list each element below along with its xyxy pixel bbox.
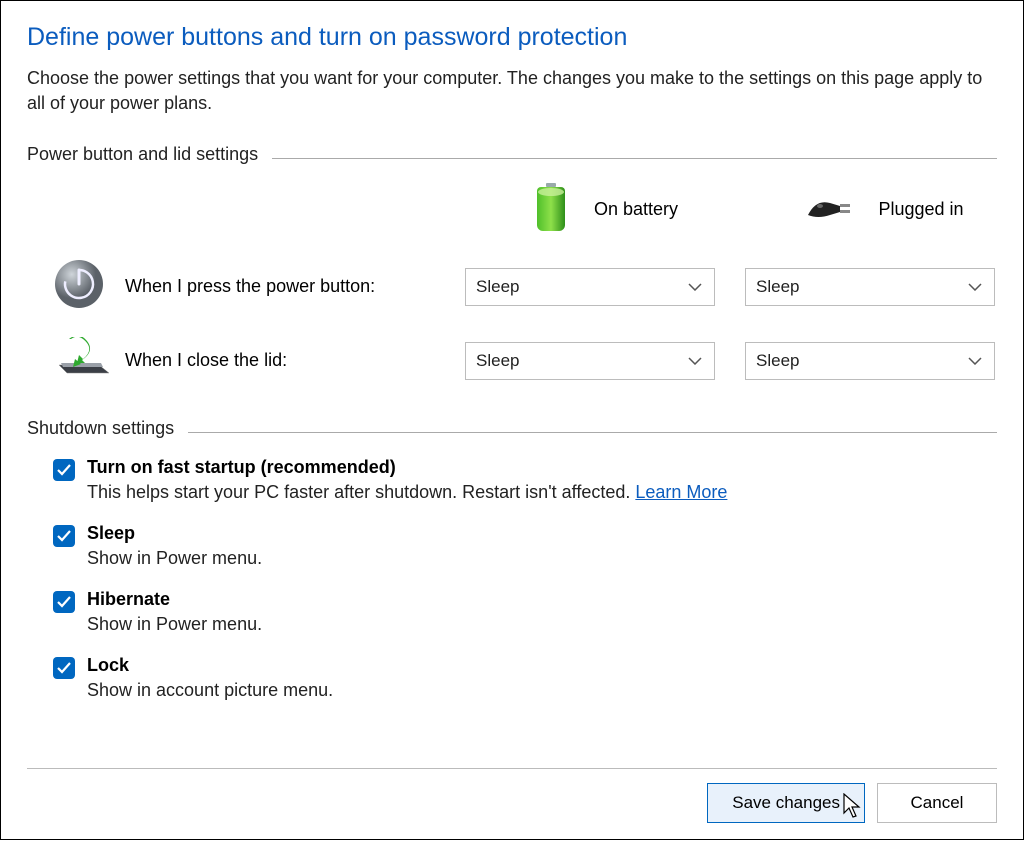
power-button-row-label: When I press the power button:	[125, 276, 465, 297]
fast-startup-desc: This helps start your PC faster after sh…	[87, 482, 727, 503]
on-battery-label: On battery	[594, 199, 678, 220]
plugged-in-label: Plugged in	[878, 199, 963, 220]
close-lid-battery-dropdown[interactable]: Sleep	[465, 342, 715, 380]
lock-title: Lock	[87, 655, 333, 676]
fast-startup-item: Turn on fast startup (recommended) This …	[53, 457, 997, 503]
section-power-lid-label: Power button and lid settings	[27, 144, 258, 165]
hibernate-title: Hibernate	[87, 589, 262, 610]
lock-item: Lock Show in account picture menu.	[53, 655, 997, 701]
section-shutdown-label: Shutdown settings	[27, 418, 174, 439]
battery-icon	[532, 183, 570, 236]
plug-icon	[806, 193, 854, 226]
power-button-icon	[53, 258, 105, 315]
footer-bar: Save changes Cancel	[27, 768, 997, 839]
page-description: Choose the power settings that you want …	[27, 66, 997, 116]
hibernate-checkbox[interactable]	[53, 591, 75, 613]
fast-startup-checkbox[interactable]	[53, 459, 75, 481]
learn-more-link[interactable]: Learn More	[635, 482, 727, 502]
cancel-button[interactable]: Cancel	[877, 783, 997, 823]
lock-checkbox[interactable]	[53, 657, 75, 679]
fast-startup-title: Turn on fast startup (recommended)	[87, 457, 727, 478]
hibernate-item: Hibernate Show in Power menu.	[53, 589, 997, 635]
section-shutdown-header: Shutdown settings	[27, 418, 997, 439]
section-power-lid-header: Power button and lid settings	[27, 144, 997, 165]
sleep-item: Sleep Show in Power menu.	[53, 523, 997, 569]
close-lid-icon	[53, 337, 111, 384]
sleep-desc: Show in Power menu.	[87, 548, 262, 569]
power-button-battery-dropdown[interactable]: Sleep	[465, 268, 715, 306]
sleep-checkbox[interactable]	[53, 525, 75, 547]
close-lid-plugged-dropdown[interactable]: Sleep	[745, 342, 995, 380]
sleep-title: Sleep	[87, 523, 262, 544]
power-button-plugged-dropdown[interactable]: Sleep	[745, 268, 995, 306]
save-changes-button[interactable]: Save changes	[707, 783, 865, 823]
page-title: Define power buttons and turn on passwor…	[27, 23, 997, 52]
hibernate-desc: Show in Power menu.	[87, 614, 262, 635]
power-lid-grid: On battery Plugged in	[27, 183, 997, 384]
lock-desc: Show in account picture menu.	[87, 680, 333, 701]
close-lid-row-label: When I close the lid:	[125, 350, 465, 371]
